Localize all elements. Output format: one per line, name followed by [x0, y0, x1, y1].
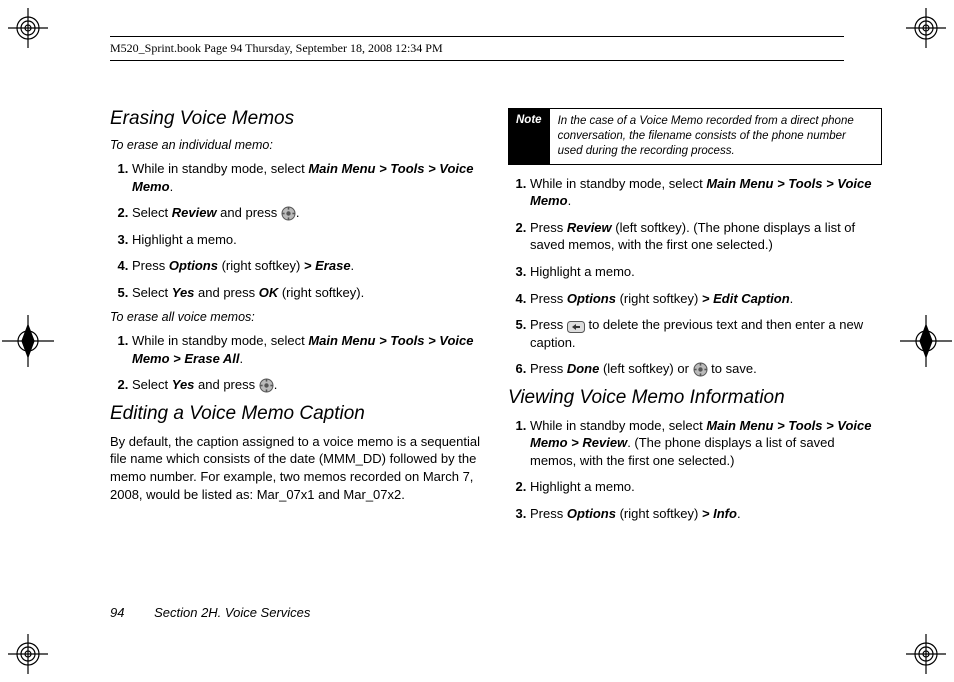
- list-item: Press Options (right softkey) > Edit Cap…: [530, 290, 882, 308]
- nav-key-icon: [281, 206, 296, 221]
- corner-mark-bottom-left: [8, 634, 48, 674]
- list-item: Highlight a memo.: [530, 263, 882, 281]
- nav-key-icon: [259, 378, 274, 393]
- list-item: Press to delete the previous text and th…: [530, 316, 882, 351]
- list-item: Press Done (left softkey) or to save.: [530, 360, 882, 378]
- subhead-erase-individual: To erase an individual memo:: [110, 138, 484, 152]
- list-item: While in standby mode, select Main Menu …: [530, 417, 882, 470]
- heading-erasing: Erasing Voice Memos: [110, 108, 484, 130]
- list-item: Select Yes and press OK (right softkey).: [132, 284, 484, 302]
- registration-mark-left: [0, 313, 56, 369]
- list-item: While in standby mode, select Main Menu …: [132, 332, 484, 367]
- corner-mark-bottom-right: [906, 634, 946, 674]
- page-body: Erasing Voice Memos To erase an individu…: [110, 108, 882, 622]
- note-box: Note In the case of a Voice Memo recorde…: [508, 108, 882, 165]
- back-key-icon: [567, 320, 585, 332]
- list-erase-all: While in standby mode, select Main Menu …: [110, 332, 484, 394]
- list-item: While in standby mode, select Main Menu …: [132, 160, 484, 195]
- page-number: 94: [110, 605, 124, 620]
- registration-mark-right: [898, 313, 954, 369]
- list-item: Highlight a memo.: [132, 231, 484, 249]
- paragraph-caption-default: By default, the caption assigned to a vo…: [110, 433, 484, 503]
- list-item: Select Yes and press .: [132, 376, 484, 394]
- subhead-erase-all: To erase all voice memos:: [110, 310, 484, 324]
- note-text: In the case of a Voice Memo recorded fro…: [550, 108, 882, 165]
- corner-mark-top-left: [8, 8, 48, 48]
- running-header-text: M520_Sprint.book Page 94 Thursday, Septe…: [110, 41, 443, 55]
- list-item: Select Review and press .: [132, 204, 484, 222]
- list-item: Press Options (right softkey) > Info.: [530, 505, 882, 523]
- list-item: Press Options (right softkey) > Erase.: [132, 257, 484, 275]
- corner-mark-top-right: [906, 8, 946, 48]
- running-header: M520_Sprint.book Page 94 Thursday, Septe…: [110, 36, 844, 61]
- list-viewing: While in standby mode, select Main Menu …: [508, 417, 882, 523]
- list-erase-individual: While in standby mode, select Main Menu …: [110, 160, 484, 301]
- list-item: While in standby mode, select Main Menu …: [530, 175, 882, 210]
- list-item: Press Review (left softkey). (The phone …: [530, 219, 882, 254]
- page-footer: 94 Section 2H. Voice Services: [110, 605, 310, 620]
- heading-editing: Editing a Voice Memo Caption: [110, 403, 484, 425]
- nav-key-icon: [693, 362, 708, 377]
- note-label: Note: [508, 108, 550, 165]
- left-column: Erasing Voice Memos To erase an individu…: [110, 108, 484, 622]
- heading-viewing: Viewing Voice Memo Information: [508, 387, 882, 409]
- section-label: Section 2H. Voice Services: [154, 605, 310, 620]
- list-edit-caption: While in standby mode, select Main Menu …: [508, 175, 882, 378]
- list-item: Highlight a memo.: [530, 478, 882, 496]
- right-column: Note In the case of a Voice Memo recorde…: [508, 108, 882, 622]
